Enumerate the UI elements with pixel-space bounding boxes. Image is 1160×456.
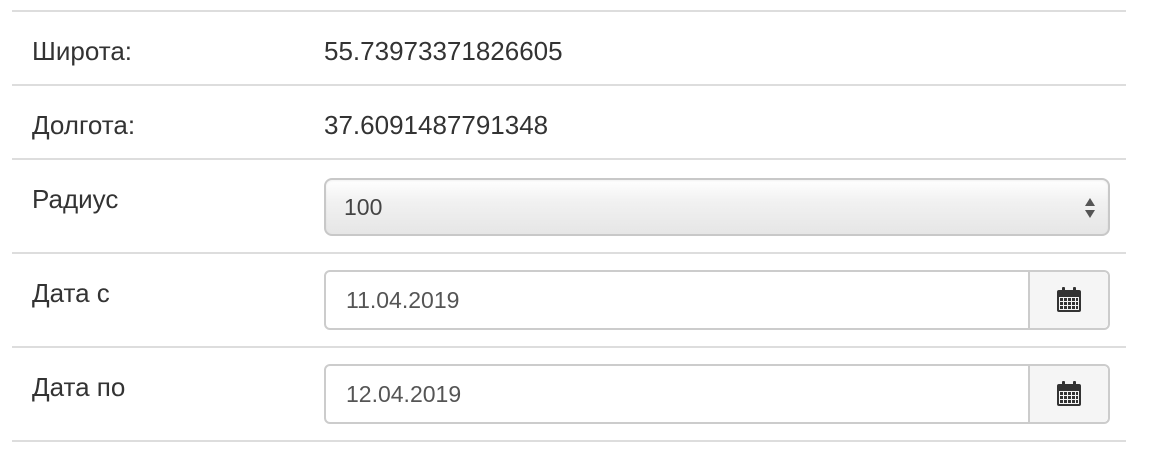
select-arrows-icon [1085, 198, 1095, 218]
longitude-value: 37.6091487791348 [324, 110, 549, 140]
date-to-input[interactable] [326, 366, 1028, 422]
date-from-input[interactable] [326, 272, 1028, 328]
calendar-icon [1057, 381, 1081, 406]
date-to-calendar-button[interactable] [1028, 366, 1108, 422]
calendar-icon [1057, 287, 1081, 312]
longitude-label: Долгота: [32, 110, 136, 140]
date-to-label: Дата по [32, 372, 126, 402]
row-date-to: Дата по [12, 346, 1126, 442]
date-from-calendar-button[interactable] [1028, 272, 1108, 328]
date-from-label: Дата с [32, 278, 110, 308]
radius-label: Радиус [32, 184, 119, 214]
radius-select[interactable]: 100 [324, 178, 1110, 236]
radius-selected-value: 100 [344, 194, 383, 220]
row-date-from: Дата с [12, 252, 1126, 346]
date-to-group [324, 364, 1110, 424]
latitude-label: Широта: [32, 36, 133, 66]
row-longitude: Долгота: 37.6091487791348 [12, 84, 1126, 158]
date-from-group [324, 270, 1110, 330]
row-radius: Радиус 100 [12, 158, 1126, 252]
row-latitude: Широта: 55.73973371826605 [12, 10, 1126, 84]
latitude-value: 55.73973371826605 [324, 36, 563, 66]
